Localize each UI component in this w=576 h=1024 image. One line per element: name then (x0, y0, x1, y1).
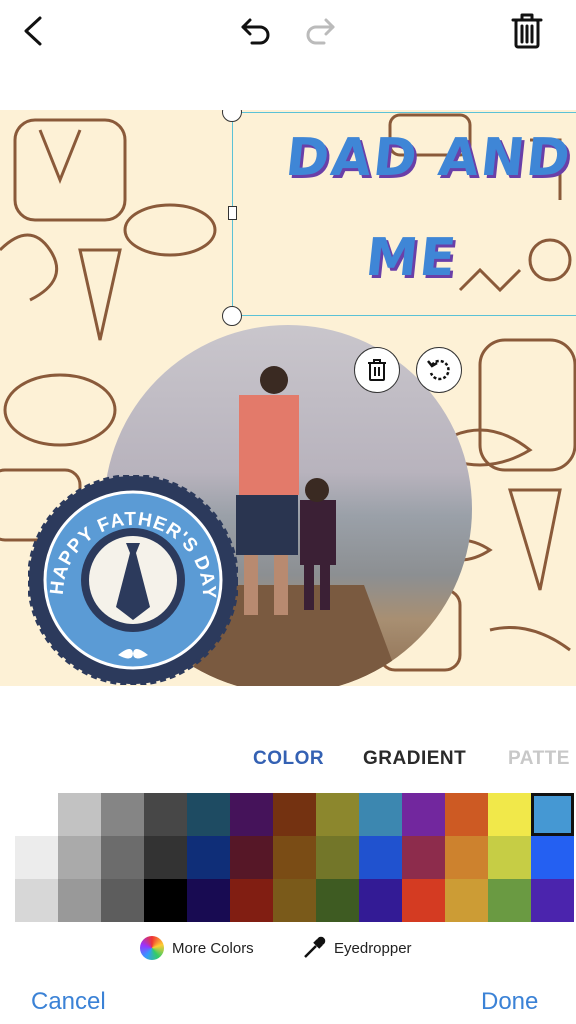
color-swatch[interactable] (15, 836, 58, 879)
undo-button[interactable] (240, 16, 274, 51)
more-colors-button[interactable]: More Colors (140, 936, 254, 960)
cancel-button[interactable]: Cancel (31, 988, 106, 1016)
color-swatch[interactable] (531, 836, 574, 879)
color-swatch[interactable] (58, 836, 101, 879)
rotate-icon (427, 359, 450, 381)
trash-icon (368, 359, 386, 381)
redo-icon (306, 18, 335, 45)
trash-icon (511, 13, 543, 49)
color-swatch[interactable] (531, 793, 574, 836)
chevron-left-icon (24, 16, 42, 46)
side-handle[interactable] (228, 206, 237, 220)
color-swatch[interactable] (187, 879, 230, 922)
color-swatch[interactable] (101, 836, 144, 879)
color-swatch[interactable] (273, 793, 316, 836)
color-palette (15, 793, 576, 922)
color-swatch[interactable] (359, 793, 402, 836)
title-text-line1[interactable]: DAD AND (283, 128, 575, 188)
color-wheel-icon (140, 936, 164, 960)
color-swatch[interactable] (488, 836, 531, 879)
done-button[interactable]: Done (481, 988, 538, 1016)
color-swatch[interactable] (58, 793, 101, 836)
color-swatch[interactable] (445, 836, 488, 879)
eyedropper-button[interactable]: Eyedropper (302, 936, 412, 960)
color-swatch[interactable] (531, 879, 574, 922)
delete-button[interactable] (510, 12, 544, 55)
color-swatch[interactable] (445, 879, 488, 922)
color-swatch[interactable] (230, 836, 273, 879)
tab-color[interactable]: COLOR (253, 748, 324, 770)
element-delete-button[interactable] (354, 347, 400, 393)
back-button[interactable] (18, 14, 48, 53)
color-swatch[interactable] (187, 793, 230, 836)
color-swatch[interactable] (316, 793, 359, 836)
badge-image: HAPPY FATHER'S DAY (27, 474, 239, 686)
color-swatch[interactable] (488, 793, 531, 836)
title-text-line2[interactable]: ME (363, 228, 461, 288)
more-colors-label: More Colors (172, 939, 254, 957)
color-swatch[interactable] (402, 836, 445, 879)
color-swatch[interactable] (58, 879, 101, 922)
color-swatch[interactable] (15, 793, 58, 836)
color-swatch[interactable] (316, 879, 359, 922)
color-swatch[interactable] (402, 879, 445, 922)
color-swatch[interactable] (230, 879, 273, 922)
color-swatch[interactable] (488, 879, 531, 922)
color-swatch[interactable] (101, 879, 144, 922)
color-swatch[interactable] (187, 836, 230, 879)
rotate-button[interactable] (416, 347, 462, 393)
color-swatch[interactable] (15, 879, 58, 922)
color-swatch[interactable] (230, 793, 273, 836)
color-swatch[interactable] (144, 793, 187, 836)
tab-gradient[interactable]: GRADIENT (363, 748, 466, 770)
color-swatch[interactable] (359, 879, 402, 922)
color-swatch[interactable] (359, 836, 402, 879)
eyedropper-icon (304, 936, 326, 958)
resize-handle-bottom-left[interactable] (222, 306, 242, 326)
undo-icon (241, 18, 270, 45)
color-swatch[interactable] (144, 879, 187, 922)
color-swatch[interactable] (273, 836, 316, 879)
color-swatch[interactable] (101, 793, 144, 836)
eyedropper-label: Eyedropper (334, 939, 412, 957)
fathers-day-badge[interactable]: HAPPY FATHER'S DAY (27, 474, 239, 686)
color-swatch[interactable] (144, 836, 187, 879)
color-swatch[interactable] (402, 793, 445, 836)
tab-pattern[interactable]: PATTE (508, 748, 576, 770)
color-swatch[interactable] (316, 836, 359, 879)
color-swatch[interactable] (273, 879, 316, 922)
design-canvas[interactable]: DAD AND ME HAPPY FATHER'S DAY (0, 110, 576, 686)
redo-button[interactable] (302, 16, 336, 51)
color-swatch[interactable] (445, 793, 488, 836)
